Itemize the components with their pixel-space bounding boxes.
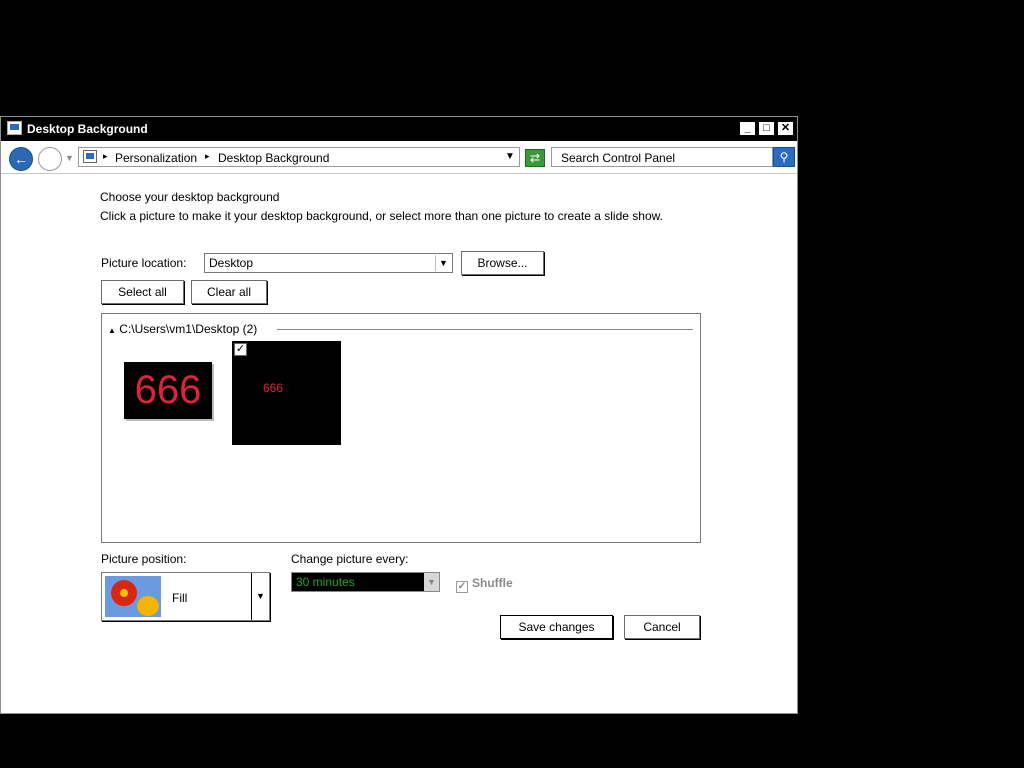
refresh-button[interactable]: ⇄	[525, 149, 545, 167]
page-description: Click a picture to make it your desktop …	[100, 209, 663, 223]
thumbnail-text: 666	[134, 368, 202, 412]
page-heading: Choose your desktop background	[100, 190, 280, 204]
chevron-down-icon[interactable]: ▼	[435, 255, 451, 271]
select-all-button[interactable]: Select all	[101, 280, 184, 304]
picture-thumbnail[interactable]: 666	[124, 362, 212, 419]
minimize-button[interactable]: _	[739, 121, 756, 136]
collapse-arrow-icon[interactable]: ▲	[108, 326, 116, 335]
thumbnail-text: 666	[263, 381, 284, 395]
picture-position-select[interactable]: Fill ▼	[101, 572, 270, 621]
recent-pages-dropdown-icon[interactable]: ▼	[65, 153, 74, 163]
picture-position-label: Picture position:	[101, 552, 187, 566]
breadcrumb-separator-icon[interactable]: ▸	[205, 151, 210, 162]
shuffle-label: Shuffle	[472, 576, 513, 590]
picture-gallery: ▲ C:\Users\vm1\Desktop (2) 666 ✓ 666	[101, 313, 701, 543]
picture-location-value: Desktop	[209, 256, 254, 270]
chevron-down-icon[interactable]: ▼	[424, 573, 439, 591]
title-bar[interactable]: Desktop Background _ □ ✕	[1, 117, 797, 141]
thumbnail-checkbox[interactable]: ✓	[234, 343, 247, 356]
picture-position-value: Fill	[172, 591, 188, 605]
shuffle-checkbox[interactable]: ✓ Shuffle	[456, 576, 513, 593]
save-changes-button[interactable]: Save changes	[500, 615, 613, 639]
breadcrumb-separator-icon[interactable]: ▸	[103, 151, 108, 162]
chevron-down-icon[interactable]: ▼	[251, 573, 269, 620]
control-panel-icon	[83, 150, 97, 163]
search-icon: ⚲	[779, 150, 789, 164]
checkbox-check-icon: ✓	[456, 581, 468, 593]
change-picture-label: Change picture every:	[291, 552, 409, 566]
cancel-button[interactable]: Cancel	[624, 615, 700, 639]
window-title: Desktop Background	[27, 122, 148, 136]
forward-button[interactable]	[38, 147, 62, 171]
breadcrumb-desktop-background[interactable]: Desktop Background	[218, 151, 329, 165]
search-button[interactable]: ⚲	[773, 147, 795, 167]
back-button[interactable]: ←	[9, 147, 33, 171]
display-icon	[7, 121, 22, 135]
breadcrumb[interactable]: ▸ Personalization ▸ Desktop Background ▼	[78, 147, 520, 167]
breadcrumb-personalization[interactable]: Personalization	[115, 151, 197, 165]
address-bar: ← ▼ ▸ Personalization ▸ Desktop Backgrou…	[1, 141, 797, 174]
address-dropdown-icon[interactable]: ▼	[505, 151, 515, 162]
picture-thumbnail-selected[interactable]: ✓ 666	[232, 341, 341, 445]
close-button[interactable]: ✕	[777, 121, 794, 136]
browse-button[interactable]: Browse...	[461, 251, 544, 275]
change-picture-interval-select[interactable]: 30 minutes ▼	[291, 572, 440, 592]
gallery-group-header[interactable]: ▲ C:\Users\vm1\Desktop (2)	[108, 322, 257, 336]
back-arrow-icon: ←	[14, 151, 28, 167]
group-divider	[277, 329, 693, 330]
picture-location-select[interactable]: Desktop ▼	[204, 253, 453, 273]
picture-location-label: Picture location:	[101, 256, 187, 270]
search-input[interactable]: Search Control Panel	[551, 147, 773, 167]
clear-all-button[interactable]: Clear all	[191, 280, 267, 304]
maximize-button[interactable]: □	[758, 121, 775, 136]
change-picture-value: 30 minutes	[296, 575, 355, 589]
gallery-group-label: C:\Users\vm1\Desktop (2)	[119, 322, 258, 336]
refresh-icon: ⇄	[529, 151, 541, 165]
flower-preview-icon	[105, 576, 161, 617]
